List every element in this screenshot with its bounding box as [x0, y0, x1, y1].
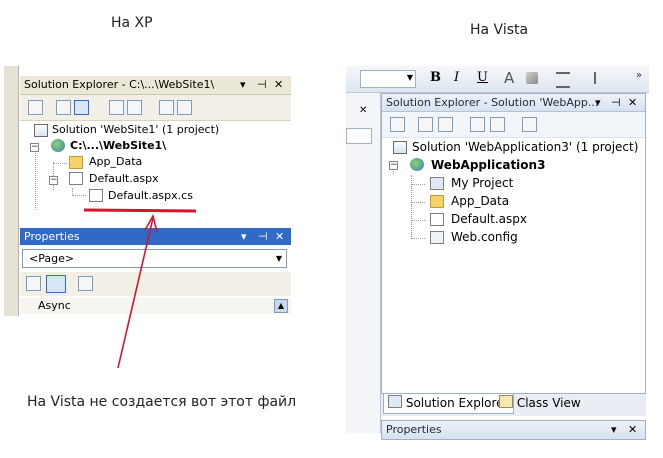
vista-left-document-pane: ✕	[346, 93, 381, 433]
red-underline	[83, 208, 197, 213]
folder-icon	[430, 195, 444, 208]
tree-item-default-aspx[interactable]: Default.aspx	[451, 210, 527, 228]
vista-se-close-icon[interactable]: ✕	[628, 94, 637, 111]
tree-item-solution[interactable]: Solution 'WebApplication3' (1 project)	[412, 138, 638, 156]
properties-icon[interactable]	[390, 117, 405, 132]
view-class-diagram-icon[interactable]	[522, 117, 537, 132]
align-icon[interactable]	[556, 72, 570, 88]
vista-props-close-icon[interactable]: ✕	[628, 421, 637, 438]
highlight-icon[interactable]	[526, 72, 538, 84]
tree-line	[411, 238, 425, 239]
refresh-icon[interactable]	[438, 117, 453, 132]
config-file-icon	[430, 231, 444, 244]
tree-item-web-application[interactable]: WebApplication3	[431, 156, 545, 174]
font-color-icon[interactable]: A	[504, 69, 514, 87]
close-document-icon[interactable]: ✕	[359, 105, 367, 116]
collapse-icon[interactable]: −	[389, 161, 398, 170]
chevron-down-icon: ▼	[406, 73, 413, 82]
font-size-combo[interactable]: ▼	[360, 70, 416, 88]
bold-icon[interactable]: B	[430, 70, 441, 85]
list-icon[interactable]	[594, 72, 608, 84]
tree-line	[411, 220, 425, 221]
solution-explorer-icon	[388, 395, 402, 408]
tree-item-web-config[interactable]: Web.config	[451, 228, 518, 246]
vista-properties-titlebar: Properties	[381, 420, 646, 440]
view-code-icon[interactable]	[470, 117, 485, 132]
tab-label: Class View	[516, 396, 581, 410]
italic-icon[interactable]: I	[454, 70, 459, 85]
tree-line	[411, 202, 425, 203]
tree-item-my-project[interactable]: My Project	[451, 174, 513, 192]
red-arrow-line	[117, 217, 154, 369]
tree-line	[411, 184, 425, 185]
vista-formatting-toolbar: ▼ B I U A »	[346, 66, 649, 93]
tree-item-app-data[interactable]: App_Data	[451, 192, 509, 210]
vista-se-toolbar	[382, 112, 645, 138]
vista-props-dropdown-icon[interactable]: ▾	[611, 421, 617, 438]
vista-se-titlebar: Solution Explorer - Solution 'WebApp...	[382, 94, 645, 112]
tab-class-view[interactable]: Class View	[495, 394, 585, 413]
vista-se-title: Solution Explorer - Solution 'WebApp...	[386, 96, 599, 109]
tab-solution-explorer[interactable]: Solution Explorer	[383, 394, 514, 414]
show-all-files-icon[interactable]	[418, 117, 433, 132]
web-project-icon	[410, 158, 424, 171]
aspx-page-icon	[430, 213, 444, 226]
my-project-icon	[430, 177, 444, 190]
tab-label: Solution Explorer	[405, 396, 509, 410]
view-designer-icon[interactable]	[490, 117, 505, 132]
toolbar-overflow-icon[interactable]: »	[636, 70, 642, 81]
class-view-icon	[499, 395, 513, 408]
vista-se-pin-icon[interactable]: ⊣	[611, 94, 621, 111]
solution-icon	[393, 141, 407, 154]
underline-icon[interactable]: U	[477, 70, 488, 85]
vista-se-dropdown-icon[interactable]: ▾	[595, 94, 601, 111]
code-window-combo[interactable]	[346, 128, 372, 144]
vista-properties-title: Properties	[386, 423, 442, 436]
